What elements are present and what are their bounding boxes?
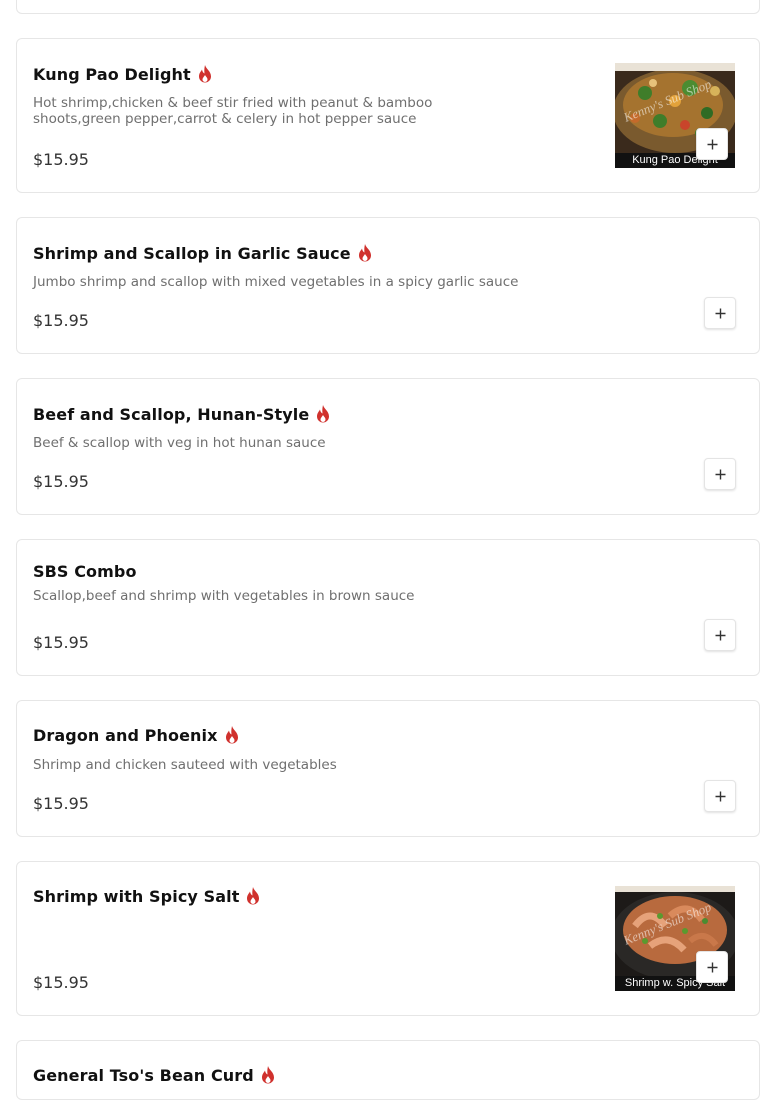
item-name: Kung Pao Delight xyxy=(33,64,191,84)
menu-item-card-partial[interactable] xyxy=(16,0,760,14)
flame-icon xyxy=(247,887,260,905)
item-name: Beef and Scallop, Hunan-Style xyxy=(33,404,310,424)
item-price: $15.95 xyxy=(33,311,89,330)
item-description: Scallop,beef and shrimp with vegetables … xyxy=(33,588,415,604)
item-name: Dragon and Phoenix xyxy=(33,725,218,745)
add-to-cart-button[interactable] xyxy=(704,780,736,812)
menu-item-card[interactable]: General Tso's Bean Curd xyxy=(16,1040,760,1100)
item-name: Shrimp with Spicy Salt xyxy=(33,886,240,906)
flame-icon xyxy=(225,726,238,744)
flame-icon xyxy=(358,244,371,262)
menu-item-card[interactable]: Shrimp with Spicy Salt $15.95 Kenny's Su… xyxy=(16,861,760,1016)
menu-item-card[interactable]: Beef and Scallop, Hunan-Style Beef & sca… xyxy=(16,378,760,515)
menu-item-card[interactable]: Dragon and Phoenix Shrimp and chicken sa… xyxy=(16,700,760,837)
menu-item-card[interactable]: Shrimp and Scallop in Garlic Sauce Jumbo… xyxy=(16,217,760,354)
item-title: Beef and Scallop, Hunan-Style xyxy=(33,404,331,424)
plus-icon xyxy=(707,139,717,149)
add-to-cart-button[interactable] xyxy=(696,128,728,160)
item-price: $15.95 xyxy=(33,973,89,992)
plus-icon xyxy=(715,308,725,318)
plus-icon xyxy=(707,962,717,972)
item-description: Beef & scallop with veg in hot hunan sau… xyxy=(33,435,326,451)
item-title: Shrimp and Scallop in Garlic Sauce xyxy=(33,243,373,263)
menu-item-card[interactable]: SBS Combo Scallop,beef and shrimp with v… xyxy=(16,539,760,676)
plus-icon xyxy=(715,469,725,479)
item-title: Shrimp with Spicy Salt xyxy=(33,886,261,906)
item-description: Jumbo shrimp and scallop with mixed vege… xyxy=(33,274,519,290)
item-price: $15.95 xyxy=(33,472,89,491)
item-title: Kung Pao Delight xyxy=(33,64,213,84)
item-description: Hot shrimp,chicken & beef stir fried wit… xyxy=(33,95,433,127)
flame-icon xyxy=(317,405,330,423)
item-price: $15.95 xyxy=(33,794,89,813)
flame-icon xyxy=(198,65,211,83)
flame-icon xyxy=(261,1066,274,1084)
add-to-cart-button[interactable] xyxy=(704,297,736,329)
item-price: $15.95 xyxy=(33,150,89,169)
item-name: SBS Combo xyxy=(33,562,137,581)
plus-icon xyxy=(715,791,725,801)
item-description: Shrimp and chicken sauteed with vegetabl… xyxy=(33,757,337,773)
item-title: General Tso's Bean Curd xyxy=(33,1065,276,1085)
add-to-cart-button[interactable] xyxy=(704,458,736,490)
item-name: Shrimp and Scallop in Garlic Sauce xyxy=(33,243,351,263)
menu-item-card[interactable]: Kung Pao Delight Hot shrimp,chicken & be… xyxy=(16,38,760,193)
item-price: $15.95 xyxy=(33,633,89,652)
item-title: Dragon and Phoenix xyxy=(33,725,240,745)
add-to-cart-button[interactable] xyxy=(696,951,728,983)
plus-icon xyxy=(715,630,725,640)
item-title: SBS Combo xyxy=(33,562,137,581)
add-to-cart-button[interactable] xyxy=(704,619,736,651)
